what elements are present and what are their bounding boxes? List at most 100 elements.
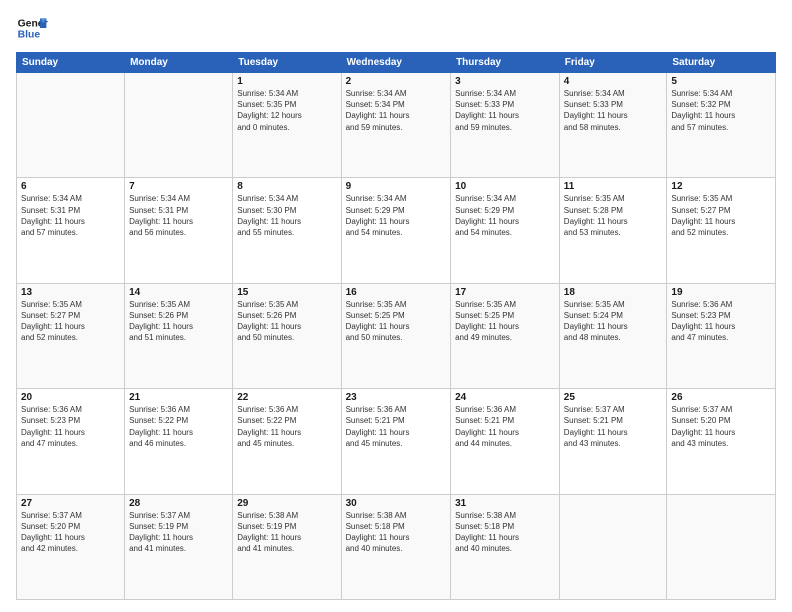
day-info: Sunrise: 5:35 AM Sunset: 5:27 PM Dayligh…: [21, 299, 120, 344]
day-number: 7: [129, 181, 228, 192]
day-info: Sunrise: 5:35 AM Sunset: 5:28 PM Dayligh…: [564, 193, 663, 238]
calendar-day-cell: 4Sunrise: 5:34 AM Sunset: 5:33 PM Daylig…: [559, 73, 667, 178]
calendar-week-row: 1Sunrise: 5:34 AM Sunset: 5:35 PM Daylig…: [17, 73, 776, 178]
header: General Blue: [16, 12, 776, 44]
day-info: Sunrise: 5:36 AM Sunset: 5:21 PM Dayligh…: [455, 404, 555, 449]
day-number: 31: [455, 498, 555, 509]
calendar-day-cell: 6Sunrise: 5:34 AM Sunset: 5:31 PM Daylig…: [17, 178, 125, 283]
calendar-day-cell: 12Sunrise: 5:35 AM Sunset: 5:27 PM Dayli…: [667, 178, 776, 283]
weekday-header: Saturday: [667, 53, 776, 73]
day-info: Sunrise: 5:35 AM Sunset: 5:25 PM Dayligh…: [346, 299, 447, 344]
day-info: Sunrise: 5:34 AM Sunset: 5:34 PM Dayligh…: [346, 88, 447, 133]
day-number: 24: [455, 392, 555, 403]
day-number: 11: [564, 181, 663, 192]
day-info: Sunrise: 5:34 AM Sunset: 5:29 PM Dayligh…: [346, 193, 447, 238]
calendar-day-cell: 1Sunrise: 5:34 AM Sunset: 5:35 PM Daylig…: [233, 73, 341, 178]
calendar-day-cell: 23Sunrise: 5:36 AM Sunset: 5:21 PM Dayli…: [341, 389, 451, 494]
day-info: Sunrise: 5:34 AM Sunset: 5:33 PM Dayligh…: [564, 88, 663, 133]
day-number: 28: [129, 498, 228, 509]
day-info: Sunrise: 5:36 AM Sunset: 5:22 PM Dayligh…: [237, 404, 336, 449]
calendar-day-cell: 30Sunrise: 5:38 AM Sunset: 5:18 PM Dayli…: [341, 494, 451, 599]
calendar-header-row: SundayMondayTuesdayWednesdayThursdayFrid…: [17, 53, 776, 73]
weekday-header: Friday: [559, 53, 667, 73]
calendar-day-cell: 13Sunrise: 5:35 AM Sunset: 5:27 PM Dayli…: [17, 283, 125, 388]
day-number: 5: [671, 76, 771, 87]
day-number: 6: [21, 181, 120, 192]
day-number: 16: [346, 287, 447, 298]
day-info: Sunrise: 5:37 AM Sunset: 5:20 PM Dayligh…: [21, 510, 120, 555]
day-info: Sunrise: 5:38 AM Sunset: 5:18 PM Dayligh…: [346, 510, 447, 555]
svg-text:Blue: Blue: [18, 30, 41, 41]
weekday-header: Sunday: [17, 53, 125, 73]
calendar-day-cell: 11Sunrise: 5:35 AM Sunset: 5:28 PM Dayli…: [559, 178, 667, 283]
calendar-week-row: 20Sunrise: 5:36 AM Sunset: 5:23 PM Dayli…: [17, 389, 776, 494]
calendar-day-cell: [125, 73, 233, 178]
calendar-day-cell: 3Sunrise: 5:34 AM Sunset: 5:33 PM Daylig…: [451, 73, 560, 178]
day-info: Sunrise: 5:34 AM Sunset: 5:30 PM Dayligh…: [237, 193, 336, 238]
calendar-day-cell: 7Sunrise: 5:34 AM Sunset: 5:31 PM Daylig…: [125, 178, 233, 283]
calendar-day-cell: 16Sunrise: 5:35 AM Sunset: 5:25 PM Dayli…: [341, 283, 451, 388]
day-info: Sunrise: 5:37 AM Sunset: 5:21 PM Dayligh…: [564, 404, 663, 449]
logo-icon: General Blue: [16, 12, 48, 44]
day-info: Sunrise: 5:35 AM Sunset: 5:26 PM Dayligh…: [129, 299, 228, 344]
weekday-header: Tuesday: [233, 53, 341, 73]
day-number: 25: [564, 392, 663, 403]
day-info: Sunrise: 5:34 AM Sunset: 5:31 PM Dayligh…: [21, 193, 120, 238]
day-info: Sunrise: 5:35 AM Sunset: 5:27 PM Dayligh…: [671, 193, 771, 238]
calendar-day-cell: 26Sunrise: 5:37 AM Sunset: 5:20 PM Dayli…: [667, 389, 776, 494]
calendar-day-cell: 9Sunrise: 5:34 AM Sunset: 5:29 PM Daylig…: [341, 178, 451, 283]
day-number: 2: [346, 76, 447, 87]
calendar-day-cell: 28Sunrise: 5:37 AM Sunset: 5:19 PM Dayli…: [125, 494, 233, 599]
calendar-day-cell: 19Sunrise: 5:36 AM Sunset: 5:23 PM Dayli…: [667, 283, 776, 388]
day-info: Sunrise: 5:35 AM Sunset: 5:26 PM Dayligh…: [237, 299, 336, 344]
weekday-header: Wednesday: [341, 53, 451, 73]
calendar-day-cell: 25Sunrise: 5:37 AM Sunset: 5:21 PM Dayli…: [559, 389, 667, 494]
day-info: Sunrise: 5:34 AM Sunset: 5:32 PM Dayligh…: [671, 88, 771, 133]
day-info: Sunrise: 5:34 AM Sunset: 5:33 PM Dayligh…: [455, 88, 555, 133]
day-number: 30: [346, 498, 447, 509]
day-number: 20: [21, 392, 120, 403]
day-info: Sunrise: 5:36 AM Sunset: 5:22 PM Dayligh…: [129, 404, 228, 449]
day-number: 27: [21, 498, 120, 509]
calendar-week-row: 13Sunrise: 5:35 AM Sunset: 5:27 PM Dayli…: [17, 283, 776, 388]
day-number: 15: [237, 287, 336, 298]
day-number: 23: [346, 392, 447, 403]
calendar-day-cell: 5Sunrise: 5:34 AM Sunset: 5:32 PM Daylig…: [667, 73, 776, 178]
calendar-day-cell: 27Sunrise: 5:37 AM Sunset: 5:20 PM Dayli…: [17, 494, 125, 599]
day-number: 3: [455, 76, 555, 87]
day-number: 26: [671, 392, 771, 403]
calendar-week-row: 27Sunrise: 5:37 AM Sunset: 5:20 PM Dayli…: [17, 494, 776, 599]
calendar-day-cell: 15Sunrise: 5:35 AM Sunset: 5:26 PM Dayli…: [233, 283, 341, 388]
day-info: Sunrise: 5:36 AM Sunset: 5:21 PM Dayligh…: [346, 404, 447, 449]
day-number: 12: [671, 181, 771, 192]
weekday-header: Monday: [125, 53, 233, 73]
day-number: 10: [455, 181, 555, 192]
calendar-day-cell: 17Sunrise: 5:35 AM Sunset: 5:25 PM Dayli…: [451, 283, 560, 388]
day-info: Sunrise: 5:34 AM Sunset: 5:31 PM Dayligh…: [129, 193, 228, 238]
day-number: 1: [237, 76, 336, 87]
calendar-day-cell: 22Sunrise: 5:36 AM Sunset: 5:22 PM Dayli…: [233, 389, 341, 494]
day-info: Sunrise: 5:36 AM Sunset: 5:23 PM Dayligh…: [671, 299, 771, 344]
day-number: 29: [237, 498, 336, 509]
calendar-table: SundayMondayTuesdayWednesdayThursdayFrid…: [16, 52, 776, 600]
day-info: Sunrise: 5:38 AM Sunset: 5:18 PM Dayligh…: [455, 510, 555, 555]
calendar-day-cell: 14Sunrise: 5:35 AM Sunset: 5:26 PM Dayli…: [125, 283, 233, 388]
calendar-day-cell: [667, 494, 776, 599]
day-number: 4: [564, 76, 663, 87]
day-info: Sunrise: 5:34 AM Sunset: 5:35 PM Dayligh…: [237, 88, 336, 133]
day-number: 9: [346, 181, 447, 192]
day-info: Sunrise: 5:36 AM Sunset: 5:23 PM Dayligh…: [21, 404, 120, 449]
day-number: 17: [455, 287, 555, 298]
calendar-day-cell: [559, 494, 667, 599]
calendar-day-cell: 8Sunrise: 5:34 AM Sunset: 5:30 PM Daylig…: [233, 178, 341, 283]
calendar-day-cell: 2Sunrise: 5:34 AM Sunset: 5:34 PM Daylig…: [341, 73, 451, 178]
day-number: 22: [237, 392, 336, 403]
calendar-day-cell: [17, 73, 125, 178]
day-info: Sunrise: 5:34 AM Sunset: 5:29 PM Dayligh…: [455, 193, 555, 238]
day-number: 14: [129, 287, 228, 298]
logo: General Blue: [16, 12, 48, 44]
calendar-day-cell: 31Sunrise: 5:38 AM Sunset: 5:18 PM Dayli…: [451, 494, 560, 599]
day-info: Sunrise: 5:38 AM Sunset: 5:19 PM Dayligh…: [237, 510, 336, 555]
day-number: 18: [564, 287, 663, 298]
calendar-day-cell: 24Sunrise: 5:36 AM Sunset: 5:21 PM Dayli…: [451, 389, 560, 494]
